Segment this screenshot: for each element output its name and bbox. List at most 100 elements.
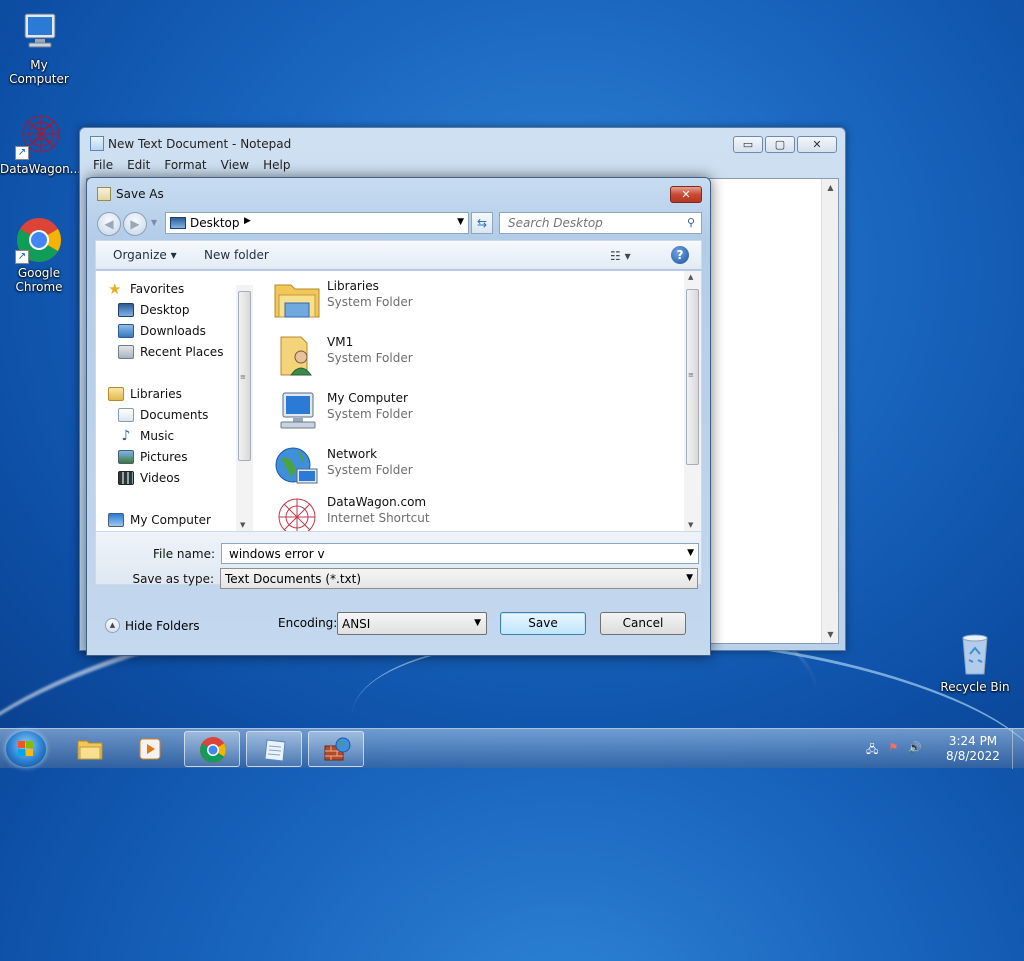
nav-item-downloads[interactable]: Downloads <box>118 324 206 338</box>
organize-button[interactable]: Organize ▾ <box>113 248 177 262</box>
cancel-button[interactable]: Cancel <box>600 612 686 635</box>
file-type: System Folder <box>327 463 413 477</box>
save-as-type-dropdown-icon[interactable]: ▼ <box>686 573 693 583</box>
nav-item-libraries[interactable]: Libraries <box>108 387 182 401</box>
taskbar-explorer[interactable] <box>62 731 118 767</box>
nav-item-recent-places[interactable]: Recent Places <box>118 345 223 359</box>
minimize-button[interactable]: ▭ <box>733 136 763 153</box>
nav-item-label: Music <box>140 429 175 443</box>
file-item-network[interactable]: Network System Folder <box>273 441 653 491</box>
taskbar-media-player[interactable] <box>122 731 178 767</box>
nav-item-desktop[interactable]: Desktop <box>118 303 190 317</box>
clock-time: 3:24 PM <box>948 734 998 748</box>
menu-view[interactable]: View <box>214 158 256 176</box>
hide-folders-button[interactable]: ▲ Hide Folders <box>105 618 200 633</box>
forward-button[interactable]: ▶ <box>123 212 147 236</box>
new-folder-button[interactable]: New folder <box>204 248 269 262</box>
save-button[interactable]: Save <box>500 612 586 635</box>
file-item-libraries[interactable]: Libraries System Folder <box>273 273 653 323</box>
close-button[interactable]: ✕ <box>797 136 837 153</box>
start-button[interactable] <box>6 731 46 767</box>
desktop-location-icon <box>170 217 186 229</box>
navigation-pane-scrollbar[interactable]: ≡ ▼ <box>236 285 253 531</box>
nav-item-pictures[interactable]: Pictures <box>118 450 188 464</box>
nav-item-my-computer[interactable]: My Computer <box>108 513 211 527</box>
scroll-up-icon[interactable]: ▲ <box>688 273 693 281</box>
address-bar[interactable]: Desktop ▶ ▼ <box>165 212 469 234</box>
pictures-icon <box>118 450 134 464</box>
menu-edit[interactable]: Edit <box>120 158 157 176</box>
editor-scrollbar[interactable]: ▲ ▼ <box>821 179 838 643</box>
show-desktop-button[interactable] <box>1012 729 1024 769</box>
recent-places-icon <box>118 345 134 359</box>
network-globe-icon <box>273 445 321 489</box>
search-icon[interactable]: ⚲ <box>687 216 695 229</box>
file-item-my-computer[interactable]: My Computer System Folder <box>273 385 653 435</box>
maximize-button[interactable]: ▢ <box>765 136 795 153</box>
desktop-icon-datawagon[interactable]: ↗ DataWagon... <box>0 112 81 176</box>
computer-icon <box>15 8 63 56</box>
back-button[interactable]: ◀ <box>97 212 121 236</box>
taskbar-clock[interactable]: 3:24 PM 8/8/2022 <box>943 734 1003 764</box>
file-name-dropdown-icon[interactable]: ▼ <box>687 548 694 558</box>
nav-item-videos[interactable]: Videos <box>118 471 180 485</box>
network-status-icon[interactable]: 🖧 <box>866 741 878 760</box>
volume-icon[interactable]: 🔊 <box>908 741 922 760</box>
menu-help[interactable]: Help <box>256 158 297 176</box>
breadcrumb-chevron-icon[interactable]: ▶ <box>244 216 251 226</box>
address-dropdown-icon[interactable]: ▼ <box>457 217 464 227</box>
desktop-icon-recycle-bin[interactable]: Recycle Bin <box>936 630 1014 694</box>
file-list-scrollbar[interactable]: ▲ ≡ ▼ <box>684 271 701 531</box>
save-as-dialog[interactable]: Save As ✕ ◀ ▶ ▼ Desktop ▶ ▼ ⇆ ⚲ Organize… <box>86 177 711 656</box>
system-tray: 🖧 ⚑ 🔊 <box>866 741 922 760</box>
help-button[interactable]: ? <box>671 246 689 264</box>
hide-folders-label: Hide Folders <box>125 618 200 633</box>
nav-item-favorites[interactable]: ★ Favorites <box>108 282 184 297</box>
encoding-dropdown-icon[interactable]: ▼ <box>474 618 481 628</box>
desktop-icon <box>118 303 134 317</box>
scroll-down-icon[interactable]: ▼ <box>822 626 839 643</box>
file-name: My Computer <box>327 391 408 405</box>
encoding-select[interactable]: ANSI ▼ <box>337 612 487 635</box>
window-controls: ▭ ▢ ✕ <box>733 136 837 153</box>
media-player-icon <box>136 735 164 763</box>
dialog-toolbar: Organize ▾ New folder ☷ ▾ ? <box>95 240 702 270</box>
file-name-combobox[interactable]: ▼ <box>221 543 699 564</box>
taskbar-notepad[interactable] <box>246 731 302 767</box>
chrome-icon <box>199 736 227 764</box>
desktop-icon-google-chrome[interactable]: ↗ Google Chrome <box>0 216 78 294</box>
back-arrow-icon: ◀ <box>104 217 114 231</box>
notepad-icon <box>90 136 104 151</box>
libraries-icon <box>108 387 124 401</box>
scroll-grip-icon: ≡ <box>688 371 694 379</box>
taskbar-chrome[interactable] <box>184 731 240 767</box>
nav-item-music[interactable]: ♪ Music <box>118 429 175 443</box>
libraries-folder-icon <box>273 277 321 321</box>
search-box[interactable]: ⚲ <box>499 212 702 234</box>
refresh-button[interactable]: ⇆ <box>471 212 493 234</box>
menu-file[interactable]: File <box>86 158 120 176</box>
nav-item-label: Documents <box>140 408 209 422</box>
nav-item-documents[interactable]: Documents <box>118 408 208 422</box>
dialog-close-button[interactable]: ✕ <box>670 186 702 203</box>
address-location[interactable]: Desktop <box>190 216 240 230</box>
taskbar-network-app[interactable] <box>308 731 364 767</box>
file-name-input[interactable] <box>227 544 667 563</box>
file-type: System Folder <box>327 295 413 309</box>
search-input[interactable] <box>506 214 676 232</box>
recent-locations-dropdown-icon[interactable]: ▼ <box>151 218 157 227</box>
file-item-vm1[interactable]: VM1 System Folder <box>273 329 653 379</box>
encoding-label: Encoding: <box>278 616 338 630</box>
file-type: System Folder <box>327 407 413 421</box>
scroll-down-icon[interactable]: ▼ <box>240 521 245 529</box>
user-folder-icon <box>273 333 321 377</box>
scroll-down-icon[interactable]: ▼ <box>688 521 693 529</box>
dialog-title: Save As <box>116 187 164 201</box>
window-title: New Text Document - Notepad <box>108 137 292 151</box>
save-as-type-select[interactable]: Text Documents (*.txt) ▼ <box>220 568 698 589</box>
scroll-up-icon[interactable]: ▲ <box>822 179 839 196</box>
change-view-button[interactable]: ☷ ▾ <box>610 249 631 263</box>
desktop-icon-my-computer[interactable]: My Computer <box>0 8 78 86</box>
menu-format[interactable]: Format <box>157 158 213 176</box>
action-center-icon[interactable]: ⚑ <box>888 741 898 760</box>
